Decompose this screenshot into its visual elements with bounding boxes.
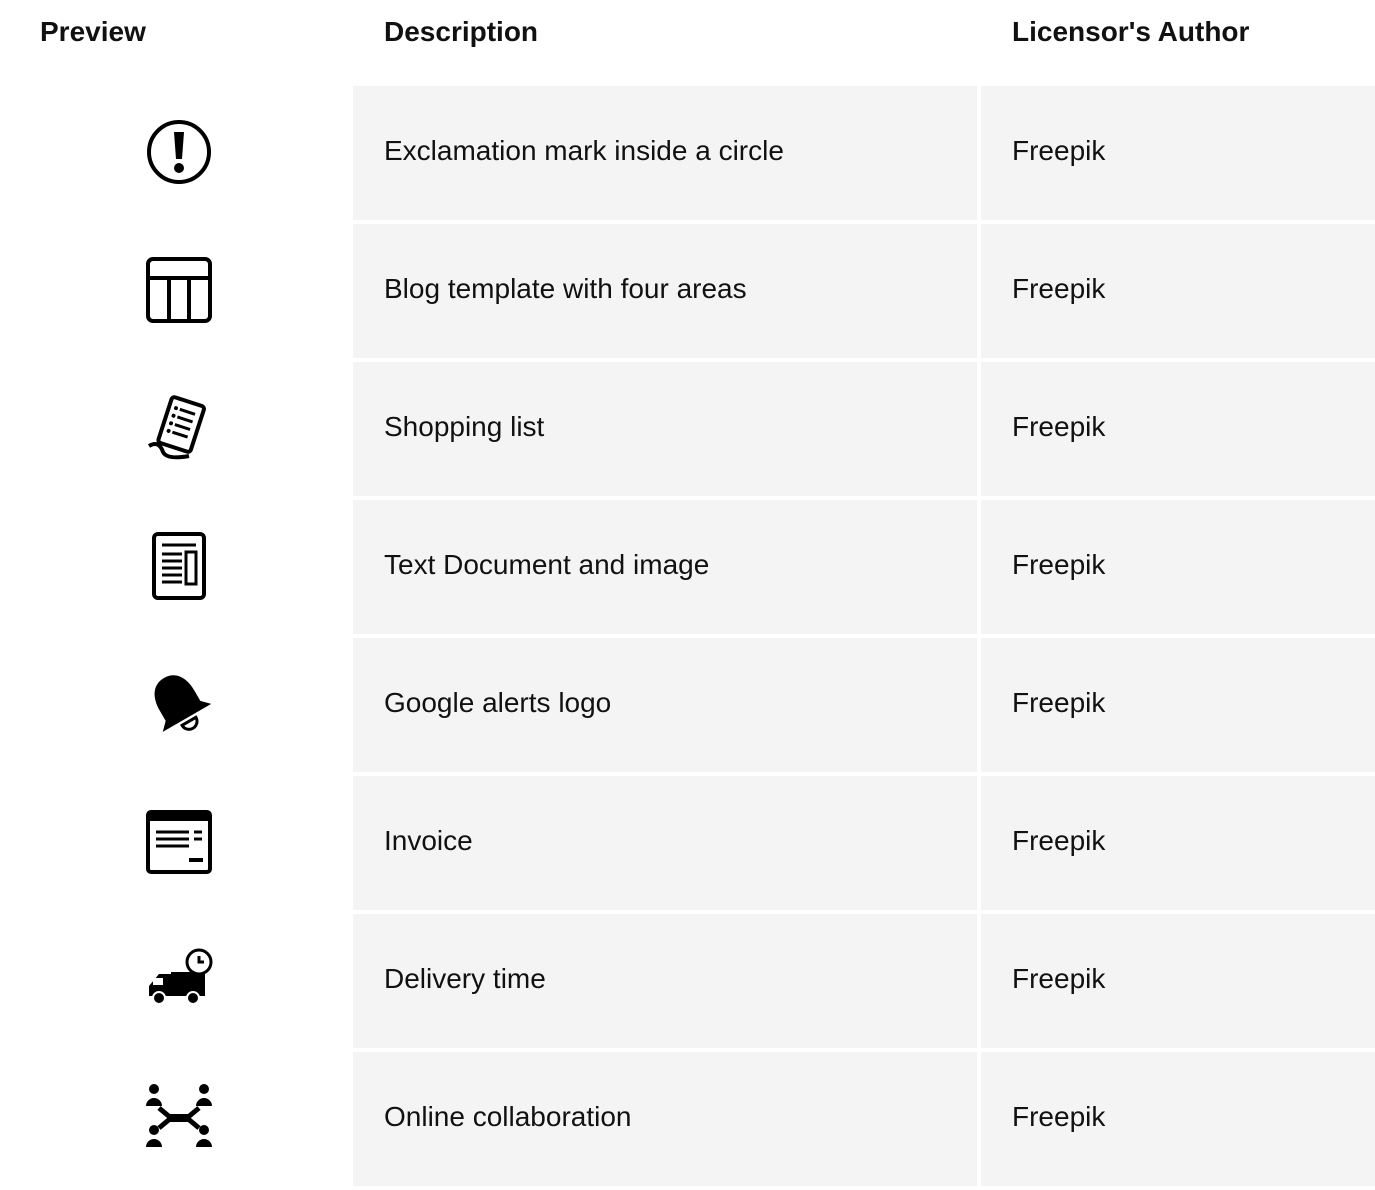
author-text: Freepik (1012, 549, 1106, 580)
column-header-author: Licensor's Author (1012, 16, 1250, 47)
shopping-list-icon (147, 395, 206, 460)
invoice-icon (146, 810, 212, 874)
preview-cell (0, 500, 353, 634)
preview-cell (0, 638, 353, 772)
description-cell: Invoice (353, 776, 977, 910)
table-body: Exclamation mark inside a circle Freepik… (0, 86, 1375, 1190)
author-cell: Freepik (981, 1052, 1375, 1186)
table-row: Text Document and image Freepik (0, 500, 1375, 634)
author-text: Freepik (1012, 963, 1106, 994)
author-cell: Freepik (981, 638, 1375, 772)
description-cell: Text Document and image (353, 500, 977, 634)
author-cell: Freepik (981, 776, 1375, 910)
preview-cell (0, 914, 353, 1048)
blog-template-icon (146, 257, 212, 323)
preview-cell (0, 224, 353, 358)
online-collaboration-icon (146, 1084, 212, 1147)
description-text: Delivery time (384, 963, 546, 994)
description-cell: Delivery time (353, 914, 977, 1048)
description-cell: Google alerts logo (353, 638, 977, 772)
column-header-description: Description (384, 16, 539, 47)
preview-cell (0, 362, 353, 496)
author-text: Freepik (1012, 135, 1106, 166)
author-text: Freepik (1012, 411, 1106, 442)
preview-cell (0, 776, 353, 910)
author-cell: Freepik (981, 362, 1375, 496)
table-row: Delivery time Freepik (0, 914, 1375, 1048)
author-cell: Freepik (981, 224, 1375, 358)
description-cell: Online collaboration (353, 1052, 977, 1186)
description-text: Shopping list (384, 411, 545, 442)
author-text: Freepik (1012, 273, 1106, 304)
description-text: Text Document and image (384, 549, 710, 580)
author-text: Freepik (1012, 825, 1106, 856)
table-row: Invoice Freepik (0, 776, 1375, 910)
preview-cell (0, 1052, 353, 1186)
table-row: Blog template with four areas Freepik (0, 224, 1375, 358)
table-header: Preview Description Licensor's Author (0, 0, 1375, 64)
description-cell: Blog template with four areas (353, 224, 977, 358)
description-text: Online collaboration (384, 1101, 632, 1132)
column-header-preview: Preview (40, 16, 146, 47)
description-text: Google alerts logo (384, 687, 612, 718)
description-text: Exclamation mark inside a circle (384, 135, 784, 166)
table-row: Google alerts logo Freepik (0, 638, 1375, 772)
author-cell: Freepik (981, 500, 1375, 634)
description-text: Invoice (384, 825, 473, 856)
delivery-time-icon (149, 948, 213, 1005)
description-text: Blog template with four areas (384, 273, 747, 304)
bell-alert-icon (154, 675, 212, 732)
description-cell: Exclamation mark inside a circle (353, 86, 977, 220)
author-text: Freepik (1012, 687, 1106, 718)
exclamation-circle-icon (147, 120, 211, 184)
author-cell: Freepik (981, 86, 1375, 220)
text-document-image-icon (152, 532, 206, 600)
table-row: Shopping list Freepik (0, 362, 1375, 496)
description-cell: Shopping list (353, 362, 977, 496)
author-text: Freepik (1012, 1101, 1106, 1132)
author-cell: Freepik (981, 914, 1375, 1048)
table-row: Exclamation mark inside a circle Freepik (0, 86, 1375, 220)
preview-cell (0, 86, 353, 220)
table-row: Online collaboration Freepik (0, 1052, 1375, 1186)
